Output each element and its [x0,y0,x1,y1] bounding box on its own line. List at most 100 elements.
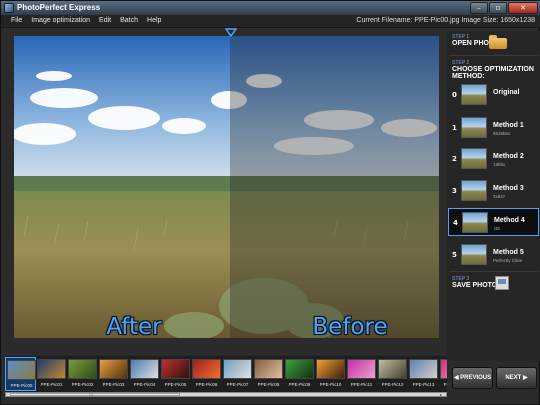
step-choose-method: STEP 2 CHOOSE OPTIMIZATION METHOD: [452,60,539,80]
filmstrip-thumbnail[interactable]: PPE-Pic07 [222,357,253,391]
filmstrip-thumbnail[interactable]: PPE-Pic12 [377,357,408,391]
thumbnail-image [99,359,128,379]
thumbnail-image [285,359,314,379]
previous-label: PREVIOUS [460,375,492,381]
filmstrip-scrollbar[interactable]: ▸ [5,391,447,397]
menu-batch[interactable]: Batch [120,17,138,24]
filmstrip-thumbnail[interactable]: PPE-Pic05 [160,357,191,391]
method-option-4[interactable]: 4 Method 4 i3b [448,208,539,236]
thumbnail-image [161,359,190,379]
menu-image-optimization[interactable]: Image optimization [31,17,90,24]
folder-icon[interactable] [489,35,507,49]
method-preview-thumbnail [461,148,487,169]
window-title: PhotoPerfect Express [17,3,101,12]
save-icon[interactable] [495,276,509,290]
split-handle-icon[interactable] [225,28,237,37]
thumbnail-label: PPE-Pic09 [288,382,311,387]
filmstrip-thumbnail[interactable]: PPE-Pic06 [191,357,222,391]
method-name: Method 5 [493,249,524,256]
method-subtitle: 19bbx [493,162,506,167]
thumbnail-strip: PPE-Pic00 PPE-Pic01 PPE-Pic02 PPE-Pic03 PPE-… [5,356,447,392]
previous-button[interactable]: ◀ PREVIOUS [452,367,493,389]
filmstrip-thumbnail[interactable]: PPE-Pic14 [439,357,447,391]
menu-help[interactable]: Help [147,17,161,24]
thumbnail-image [7,360,36,380]
thumbnail-label: PPE-Pic14 [443,382,447,387]
thumbnail-image [130,359,159,379]
method-number: 1 [452,124,457,132]
minimize-button[interactable]: – [470,2,488,14]
method-preview-thumbnail [461,244,487,265]
method-number: 2 [452,155,457,163]
thumbnail-label: PPE-Pic13 [412,382,435,387]
thumbnail-label: PPE-Pic01 [40,382,63,387]
filmstrip-thumbnail[interactable]: PPE-Pic10 [315,357,346,391]
thumbnail-image [347,359,376,379]
filmstrip: PPE-Pic00 PPE-Pic01 PPE-Pic02 PPE-Pic03 PPE-… [5,356,447,397]
thumbnail-image [440,359,447,379]
next-button[interactable]: NEXT ▶ [496,367,537,389]
filmstrip-thumbnail[interactable]: PPE-Pic03 [98,357,129,391]
before-enhancement-label: Before enhancement [312,314,388,338]
thumbnail-label: PPE-Pic05 [164,382,187,387]
method-preview-thumbnail [462,212,488,233]
close-button[interactable]: ✕ [508,2,538,14]
maximize-button[interactable]: ▫ [489,2,507,14]
photo-viewer[interactable]: After enhancement Before enhancement [14,36,439,338]
filmstrip-thumbnail[interactable]: PPE-Pic02 [67,357,98,391]
method-name: Method 2 [493,153,524,160]
filmstrip-thumbnail[interactable]: PPE-Pic11 [346,357,377,391]
file-info: Current Filename: PPE-Pic00.jpg Image Si… [356,17,535,24]
method-preview-thumbnail [461,117,487,138]
method-option-5[interactable]: 5 Method 5 Perfectly Clear [448,241,539,269]
choose-method-label: CHOOSE OPTIMIZATION METHOD: [452,66,534,80]
thumbnail-label: PPE-Pic02 [71,382,94,387]
thumbnail-label: PPE-Pic10 [319,382,342,387]
method-name: Method 4 [494,217,525,224]
method-number: 3 [452,187,457,195]
thumbnail-image [68,359,97,379]
filmstrip-thumbnail[interactable]: PPE-Pic13 [408,357,439,391]
method-option-2[interactable]: 2 Method 2 19bbx [448,145,539,173]
thumbnail-label: PPE-Pic06 [195,382,218,387]
thumbnail-label: PPE-Pic04 [133,382,156,387]
filmstrip-thumbnail[interactable]: PPE-Pic08 [253,357,284,391]
thumbnail-label: PPE-Pic12 [381,382,404,387]
title-bar: PhotoPerfect Express – ▫ ✕ [1,1,540,15]
method-preview-thumbnail [461,84,487,105]
method-subtitle: 3x847 [493,194,506,199]
thumbnail-label: PPE-Pic07 [226,382,249,387]
next-label: NEXT [505,375,522,381]
thumbnail-image [409,359,438,379]
thumbnail-label: PPE-Pic03 [102,382,125,387]
scroll-right-icon[interactable]: ▸ [440,392,445,397]
method-option-1[interactable]: 1 Method 1 8638bbx [448,114,539,142]
menu-file[interactable]: File [11,17,22,24]
menu-bar: File Image optimization Edit Batch Help … [1,15,540,28]
scrollbar-thumb[interactable] [10,391,180,396]
thumbnail-image [223,359,252,379]
menu-edit[interactable]: Edit [99,17,111,24]
method-subtitle: Perfectly Clear [493,258,523,263]
method-option-3[interactable]: 3 Method 3 3x847 [448,177,539,205]
filmstrip-thumbnail[interactable]: PPE-Pic01 [36,357,67,391]
app-icon [4,3,14,13]
method-name: Original [493,89,520,96]
thumbnail-image [37,359,66,379]
method-option-0[interactable]: 0 Original [448,81,539,109]
method-number: 4 [453,219,458,227]
filmstrip-thumbnail[interactable]: PPE-Pic00 [5,357,36,391]
method-name: Method 1 [493,122,524,129]
thumbnail-image [378,359,407,379]
filmstrip-thumbnail[interactable]: PPE-Pic09 [284,357,315,391]
divider [449,55,539,56]
method-subtitle: 8638bbx [493,131,511,136]
method-name: Method 3 [493,185,524,192]
after-enhancement-label: After enhancement [106,314,162,338]
method-preview-thumbnail [461,180,487,201]
thumbnail-image [316,359,345,379]
thumbnail-label: PPE-Pic08 [257,382,280,387]
filmstrip-thumbnail[interactable]: PPE-Pic04 [129,357,160,391]
thumbnail-image [192,359,221,379]
method-number: 5 [452,251,457,259]
